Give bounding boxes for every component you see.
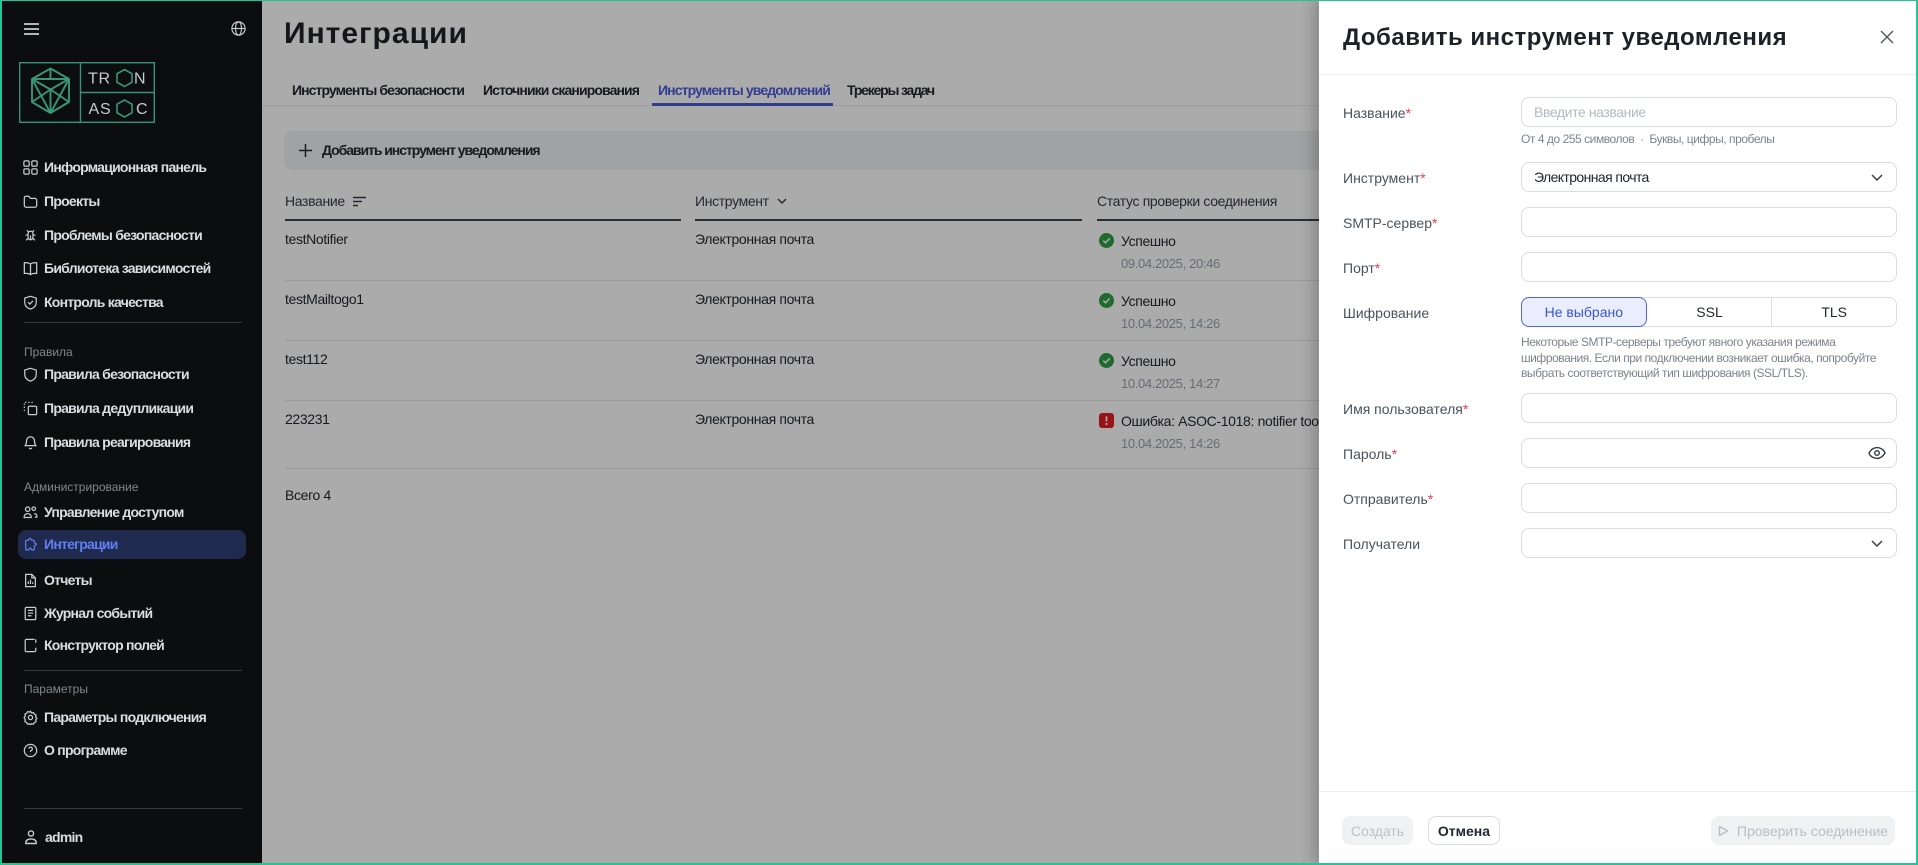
svg-text:R: R <box>99 71 111 88</box>
svg-text:T: T <box>88 71 98 88</box>
svg-text:A: A <box>89 101 100 118</box>
svg-text:C: C <box>136 101 148 118</box>
svg-text:N: N <box>134 71 146 88</box>
svg-text:S: S <box>100 101 111 118</box>
